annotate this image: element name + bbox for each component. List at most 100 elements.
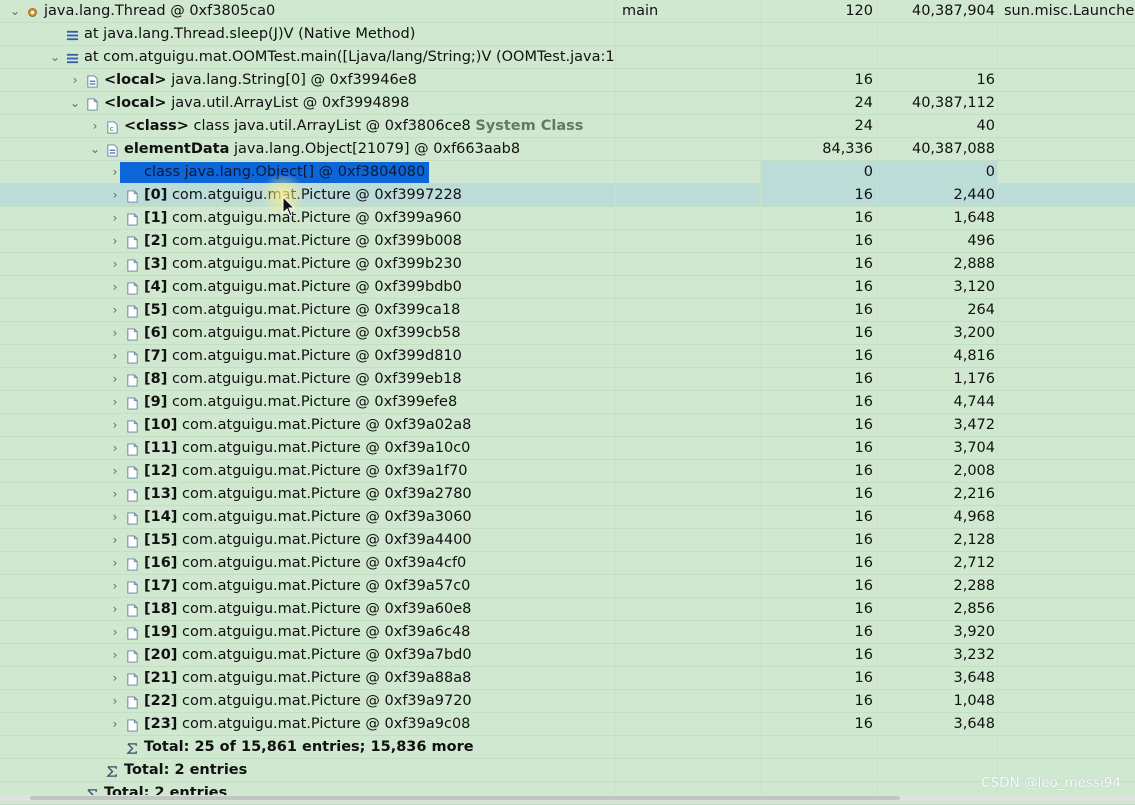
chevron-right-icon[interactable]: › bbox=[108, 391, 122, 413]
shallow-heap-cell: 16 bbox=[760, 598, 877, 620]
chevron-right-icon[interactable]: › bbox=[108, 621, 122, 643]
chevron-right-icon[interactable]: › bbox=[108, 299, 122, 321]
chevron-right-icon[interactable]: › bbox=[108, 460, 122, 482]
chevron-right-icon[interactable]: › bbox=[68, 69, 82, 91]
tree-row-picture-1[interactable]: › [1] com.atguigu.mat.Picture @ 0xf399a96… bbox=[0, 207, 1135, 230]
label-part: <class> bbox=[124, 118, 189, 134]
row-label: [22] com.atguigu.mat.Picture @ 0xf39a972… bbox=[144, 690, 472, 712]
chevron-down-icon[interactable]: ⌄ bbox=[88, 138, 102, 160]
tree-row-picture-5[interactable]: › [5] com.atguigu.mat.Picture @ 0xf399ca1… bbox=[0, 299, 1135, 322]
retained-heap-cell: 2,440 bbox=[877, 184, 997, 206]
tree-row-local-string-array[interactable]: › <local> java.lang.String[0] @ 0xf39946e… bbox=[0, 69, 1135, 92]
chevron-right-icon[interactable]: › bbox=[108, 644, 122, 666]
tree-row-picture-4[interactable]: › [4] com.atguigu.mat.Picture @ 0xf399bdb… bbox=[0, 276, 1135, 299]
chevron-right-icon[interactable]: › bbox=[108, 437, 122, 459]
horizontal-scrollbar[interactable] bbox=[0, 795, 1135, 801]
context-class-loader-cell bbox=[997, 230, 1135, 252]
tree-row-picture-7[interactable]: › [7] com.atguigu.mat.Picture @ 0xf399d81… bbox=[0, 345, 1135, 368]
chevron-right-icon[interactable]: › bbox=[108, 506, 122, 528]
tree-row-thread[interactable]: ⌄ java.lang.Thread @ 0xf3805ca0 main 120 40,… bbox=[0, 0, 1135, 23]
tree-row-picture-20[interactable]: › [20] com.atguigu.mat.Picture @ 0xf39a7b… bbox=[0, 644, 1135, 667]
chevron-right-icon[interactable]: › bbox=[108, 207, 122, 229]
chevron-right-icon[interactable]: › bbox=[88, 115, 102, 137]
thread-name-cell bbox=[615, 483, 760, 505]
object-icon bbox=[126, 326, 139, 341]
tree-row-picture-13[interactable]: › [13] com.atguigu.mat.Picture @ 0xf39a27… bbox=[0, 483, 1135, 506]
chevron-right-icon[interactable]: › bbox=[108, 276, 122, 298]
tree-row-picture-6[interactable]: › [6] com.atguigu.mat.Picture @ 0xf399cb5… bbox=[0, 322, 1135, 345]
chevron-down-icon[interactable]: ⌄ bbox=[48, 46, 62, 68]
retained-heap-cell: 40,387,112 bbox=[877, 92, 997, 114]
tree-row-picture-11[interactable]: › [11] com.atguigu.mat.Picture @ 0xf39a10… bbox=[0, 437, 1135, 460]
label-part: com.atguigu.mat.Picture @ 0xf39a60e8 bbox=[177, 601, 472, 617]
retained-heap-cell: 2,856 bbox=[877, 598, 997, 620]
shallow-heap-cell: 16 bbox=[760, 483, 877, 505]
tree-row-frame-main[interactable]: ⌄ at com.atguigu.mat.OOMTest.main([Ljava/… bbox=[0, 46, 1135, 69]
retained-heap-cell: 3,648 bbox=[877, 713, 997, 735]
name-cell: › [6] com.atguigu.mat.Picture @ 0xf399cb5… bbox=[0, 322, 615, 344]
tree-row-picture-19[interactable]: › [19] com.atguigu.mat.Picture @ 0xf39a6c… bbox=[0, 621, 1135, 644]
shallow-heap-cell: 16 bbox=[760, 506, 877, 528]
retained-heap-cell bbox=[877, 23, 997, 45]
tree-row-class-arraylist[interactable]: › c <class> class java.util.ArrayList @ 0x… bbox=[0, 115, 1135, 138]
tree-row-picture-15[interactable]: › [15] com.atguigu.mat.Picture @ 0xf39a44… bbox=[0, 529, 1135, 552]
chevron-right-icon[interactable]: › bbox=[108, 414, 122, 436]
chevron-right-icon[interactable]: › bbox=[108, 253, 122, 275]
row-label: [1] com.atguigu.mat.Picture @ 0xf399a960 bbox=[144, 207, 462, 229]
chevron-right-icon[interactable]: › bbox=[108, 529, 122, 551]
tree-row-picture-12[interactable]: › [12] com.atguigu.mat.Picture @ 0xf39a1f… bbox=[0, 460, 1135, 483]
chevron-right-icon[interactable]: › bbox=[108, 483, 122, 505]
tree-row-picture-9[interactable]: › [9] com.atguigu.mat.Picture @ 0xf399efe… bbox=[0, 391, 1135, 414]
retained-heap-cell: 3,704 bbox=[877, 437, 997, 459]
chevron-right-icon[interactable]: › bbox=[108, 345, 122, 367]
chevron-down-icon[interactable]: ⌄ bbox=[68, 92, 82, 114]
tree-row-picture-16[interactable]: › [16] com.atguigu.mat.Picture @ 0xf39a4c… bbox=[0, 552, 1135, 575]
chevron-right-icon[interactable]: › bbox=[108, 184, 122, 206]
chevron-right-icon[interactable]: › bbox=[108, 713, 122, 735]
object-icon bbox=[126, 717, 139, 732]
chevron-right-icon[interactable]: › bbox=[108, 368, 122, 390]
system-class-tag: System Class bbox=[475, 118, 584, 134]
thread-name-cell bbox=[615, 207, 760, 229]
tree-row-picture-17[interactable]: › [17] com.atguigu.mat.Picture @ 0xf39a57… bbox=[0, 575, 1135, 598]
tree-row-frame-sleep[interactable]: at java.lang.Thread.sleep(J)V (Native Me… bbox=[0, 23, 1135, 46]
label-part: [21] bbox=[144, 670, 178, 686]
chevron-right-icon[interactable]: › bbox=[108, 690, 122, 712]
chevron-right-icon[interactable]: › bbox=[108, 230, 122, 252]
object-icon bbox=[126, 694, 139, 709]
tree-row-picture-22[interactable]: › [22] com.atguigu.mat.Picture @ 0xf39a97… bbox=[0, 690, 1135, 713]
tree-row-picture-18[interactable]: › [18] com.atguigu.mat.Picture @ 0xf39a60… bbox=[0, 598, 1135, 621]
scrollbar-thumb[interactable] bbox=[30, 796, 900, 800]
name-cell: › [8] com.atguigu.mat.Picture @ 0xf399eb1… bbox=[0, 368, 615, 390]
tree-row-total-frame[interactable]: Total: 2 entries bbox=[0, 782, 1135, 805]
tree-row-picture-8[interactable]: › [8] com.atguigu.mat.Picture @ 0xf399eb1… bbox=[0, 368, 1135, 391]
tree-row-picture-21[interactable]: › [21] com.atguigu.mat.Picture @ 0xf39a88… bbox=[0, 667, 1135, 690]
shallow-heap-cell: 16 bbox=[760, 69, 877, 91]
tree-row-total-element-data[interactable]: Total: 25 of 15,861 entries; 15,836 more bbox=[0, 736, 1135, 759]
tree-row-picture-0[interactable]: › [0] com.atguigu.mat.Picture @ 0xf399722… bbox=[0, 184, 1135, 207]
row-label: [13] com.atguigu.mat.Picture @ 0xf39a278… bbox=[144, 483, 472, 505]
chevron-right-icon[interactable]: › bbox=[108, 322, 122, 344]
thread-name-cell bbox=[615, 644, 760, 666]
chevron-right-icon[interactable]: › bbox=[108, 667, 122, 689]
tree-row-picture-23[interactable]: › [23] com.atguigu.mat.Picture @ 0xf39a9c… bbox=[0, 713, 1135, 736]
tree-row-total-arraylist[interactable]: Total: 2 entries bbox=[0, 759, 1135, 782]
label-part: com.atguigu.mat.Picture @ 0xf399ca18 bbox=[167, 302, 461, 318]
tree-row-local-arraylist[interactable]: ⌄ <local> java.util.ArrayList @ 0xf399489… bbox=[0, 92, 1135, 115]
chevron-right-icon[interactable]: › bbox=[108, 598, 122, 620]
tree-row-element-data[interactable]: ⌄ elementData java.lang.Object[21079] @ 0… bbox=[0, 138, 1135, 161]
name-cell: › [2] com.atguigu.mat.Picture @ 0xf399b00… bbox=[0, 230, 615, 252]
tree-row-picture-2[interactable]: › [2] com.atguigu.mat.Picture @ 0xf399b00… bbox=[0, 230, 1135, 253]
label-part: com.atguigu.mat.Picture @ 0xf39a1f70 bbox=[177, 463, 468, 479]
chevron-right-icon[interactable]: › bbox=[108, 552, 122, 574]
label-part: java.lang.Object[21079] @ 0xf663aab8 bbox=[229, 141, 521, 157]
heap-object-tree[interactable]: ⌄ java.lang.Thread @ 0xf3805ca0 main 120 40,… bbox=[0, 0, 1135, 805]
retained-heap-cell: 0 bbox=[877, 161, 997, 183]
tree-row-class-object-array[interactable]: ›cclass java.lang.Object[] @ 0xf3804080 0… bbox=[0, 161, 1135, 184]
chevron-right-icon[interactable]: › bbox=[108, 575, 122, 597]
tree-row-picture-3[interactable]: › [3] com.atguigu.mat.Picture @ 0xf399b23… bbox=[0, 253, 1135, 276]
label-part: [16] bbox=[144, 555, 178, 571]
chevron-down-icon[interactable]: ⌄ bbox=[8, 0, 22, 22]
tree-row-picture-14[interactable]: › [14] com.atguigu.mat.Picture @ 0xf39a30… bbox=[0, 506, 1135, 529]
tree-row-picture-10[interactable]: › [10] com.atguigu.mat.Picture @ 0xf39a02… bbox=[0, 414, 1135, 437]
